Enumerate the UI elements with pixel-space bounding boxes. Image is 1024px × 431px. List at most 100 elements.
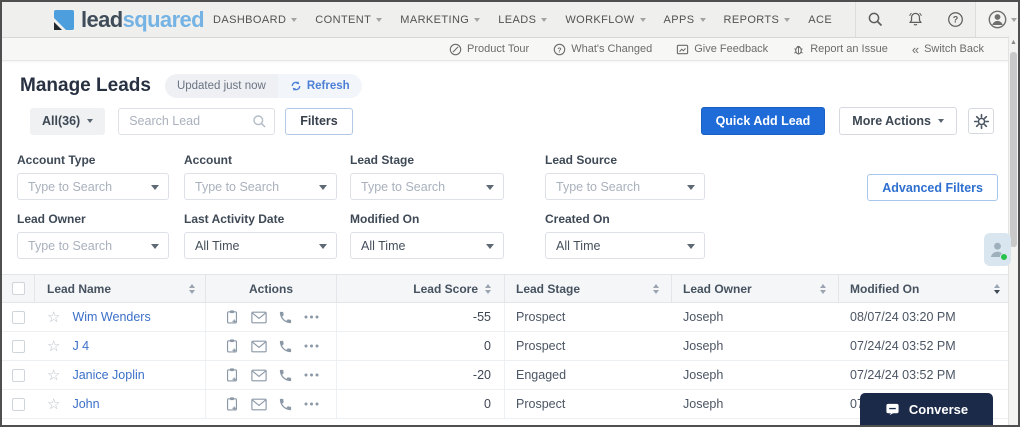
col-actions: Actions (206, 275, 337, 302)
filters-button[interactable]: Filters (285, 108, 353, 135)
nav-marketing[interactable]: MARKETING (391, 14, 489, 26)
product-tour-link[interactable]: Product Tour (449, 43, 529, 56)
more-options-icon[interactable] (304, 315, 319, 319)
phone-icon[interactable] (278, 397, 293, 412)
col-modified-on[interactable]: Modified On (839, 275, 1008, 302)
col-lead-owner[interactable]: Lead Owner (672, 275, 839, 302)
nav-reports[interactable]: REPORTS (715, 14, 800, 26)
col-lead-stage[interactable]: Lead Stage (505, 275, 672, 302)
more-options-icon[interactable] (304, 344, 319, 348)
add-activity-icon[interactable] (224, 309, 240, 325)
sort-icon[interactable] (653, 284, 659, 294)
filter-lead-source: Lead Source Type to Search (545, 153, 705, 200)
more-actions-button[interactable]: More Actions (839, 107, 957, 135)
email-icon[interactable] (251, 311, 267, 324)
user-menu[interactable] (975, 2, 1020, 37)
row-checkbox[interactable] (12, 311, 25, 324)
switch-back-link[interactable]: « Switch Back (912, 43, 984, 56)
lead-search (118, 108, 275, 135)
star-icon[interactable]: ☆ (47, 339, 60, 354)
nav-ace[interactable]: ACE (799, 14, 841, 26)
account-type-dropdown[interactable]: Type to Search (17, 173, 169, 200)
add-activity-icon[interactable] (224, 367, 240, 383)
nav-workflow[interactable]: WORKFLOW (556, 14, 654, 26)
bell-icon (907, 11, 924, 28)
lead-name-link[interactable]: Janice Joplin (72, 368, 144, 382)
search-button[interactable] (855, 2, 895, 37)
chevron-down-icon (291, 18, 297, 22)
chevron-down-icon (784, 18, 790, 22)
email-icon[interactable] (251, 369, 267, 382)
give-feedback-link[interactable]: Give Feedback (676, 43, 768, 56)
row-checkbox[interactable] (12, 369, 25, 382)
lead-name-link[interactable]: John (72, 397, 99, 411)
more-options-icon[interactable] (304, 373, 319, 377)
sort-icon[interactable] (189, 284, 195, 294)
settings-button[interactable] (968, 108, 994, 134)
refresh-button[interactable]: Refresh (278, 74, 362, 98)
lead-name-link[interactable]: J 4 (72, 339, 89, 353)
nav-content[interactable]: CONTENT (306, 14, 391, 26)
row-checkbox[interactable] (12, 398, 25, 411)
filter-modified-on: Modified On All Time (350, 212, 504, 259)
modified-on-dropdown[interactable]: All Time (350, 232, 504, 259)
online-status-dot (1000, 253, 1008, 261)
nav-leads[interactable]: LEADS (489, 14, 556, 26)
lead-owner: Joseph (683, 397, 723, 411)
scroll-up-arrow-icon[interactable]: ▲ (1009, 36, 1018, 49)
row-checkbox[interactable] (12, 340, 25, 353)
col-lead-name[interactable]: Lead Name (35, 275, 206, 302)
sort-icon[interactable] (820, 284, 826, 294)
advanced-filters-button[interactable]: Advanced Filters (867, 174, 998, 201)
modified-on: 07/24/24 03:52 PM (850, 368, 956, 382)
chevron-down-icon (87, 119, 93, 123)
scrollbar-thumb[interactable] (1010, 52, 1017, 247)
lead-stage: Prospect (516, 339, 565, 353)
table-row: ☆Janice Joplin -20 Engaged Joseph 07/24/… (2, 361, 1008, 390)
double-chevron-left-icon: « (912, 43, 919, 56)
chevron-down-icon (376, 18, 382, 22)
star-icon[interactable]: ☆ (47, 397, 60, 412)
add-activity-icon[interactable] (224, 396, 240, 412)
lead-stage-dropdown[interactable]: Type to Search (350, 173, 504, 200)
add-activity-icon[interactable] (224, 338, 240, 354)
account-dropdown[interactable]: Type to Search (184, 173, 337, 200)
table-header: Lead Name Actions Lead Score Lead Stage … (2, 275, 1008, 303)
converse-button[interactable]: Converse (860, 393, 993, 425)
last-activity-date-dropdown[interactable]: All Time (184, 232, 337, 259)
svg-text:?: ? (952, 15, 957, 25)
sort-icon[interactable] (994, 284, 1000, 294)
lead-source-dropdown[interactable]: Type to Search (545, 173, 705, 200)
app-window: leadsquared DASHBOARD CONTENT MARKETING … (0, 0, 1020, 427)
lead-name-link[interactable]: Wim Wenders (72, 310, 150, 324)
sort-icon[interactable] (485, 284, 491, 294)
chat-widget-avatar[interactable] (984, 233, 1011, 266)
filter-last-activity-date: Last Activity Date All Time (184, 212, 337, 259)
whats-changed-link[interactable]: ? What's Changed (553, 43, 652, 56)
quick-add-lead-button[interactable]: Quick Add Lead (701, 107, 826, 135)
report-issue-link[interactable]: Report an Issue (792, 43, 888, 56)
chat-icon (885, 402, 900, 417)
phone-icon[interactable] (278, 339, 293, 354)
notifications-button[interactable] (895, 2, 935, 37)
lead-owner-dropdown[interactable]: Type to Search (17, 232, 169, 259)
vertical-scrollbar[interactable]: ▲ (1008, 36, 1018, 425)
nav-apps[interactable]: APPS (655, 14, 715, 26)
nav-dashboard[interactable]: DASHBOARD (204, 14, 306, 26)
more-options-icon[interactable] (304, 402, 319, 406)
table-row: ☆Wim Wenders -55 Prospect Joseph 08/07/2… (2, 303, 1008, 332)
select-all-checkbox[interactable] (12, 282, 25, 295)
created-on-dropdown[interactable]: All Time (545, 232, 705, 259)
list-selector-button[interactable]: All(36) (30, 108, 105, 135)
phone-icon[interactable] (278, 368, 293, 383)
leadsquared-logo[interactable]: leadsquared (54, 9, 204, 31)
help-button[interactable]: ? (935, 2, 975, 37)
email-icon[interactable] (251, 398, 267, 411)
chevron-down-icon (700, 18, 706, 22)
email-icon[interactable] (251, 340, 267, 353)
col-lead-score[interactable]: Lead Score (337, 275, 505, 302)
star-icon[interactable]: ☆ (47, 310, 60, 325)
phone-icon[interactable] (278, 310, 293, 325)
star-icon[interactable]: ☆ (47, 368, 60, 383)
bug-icon (792, 43, 805, 56)
